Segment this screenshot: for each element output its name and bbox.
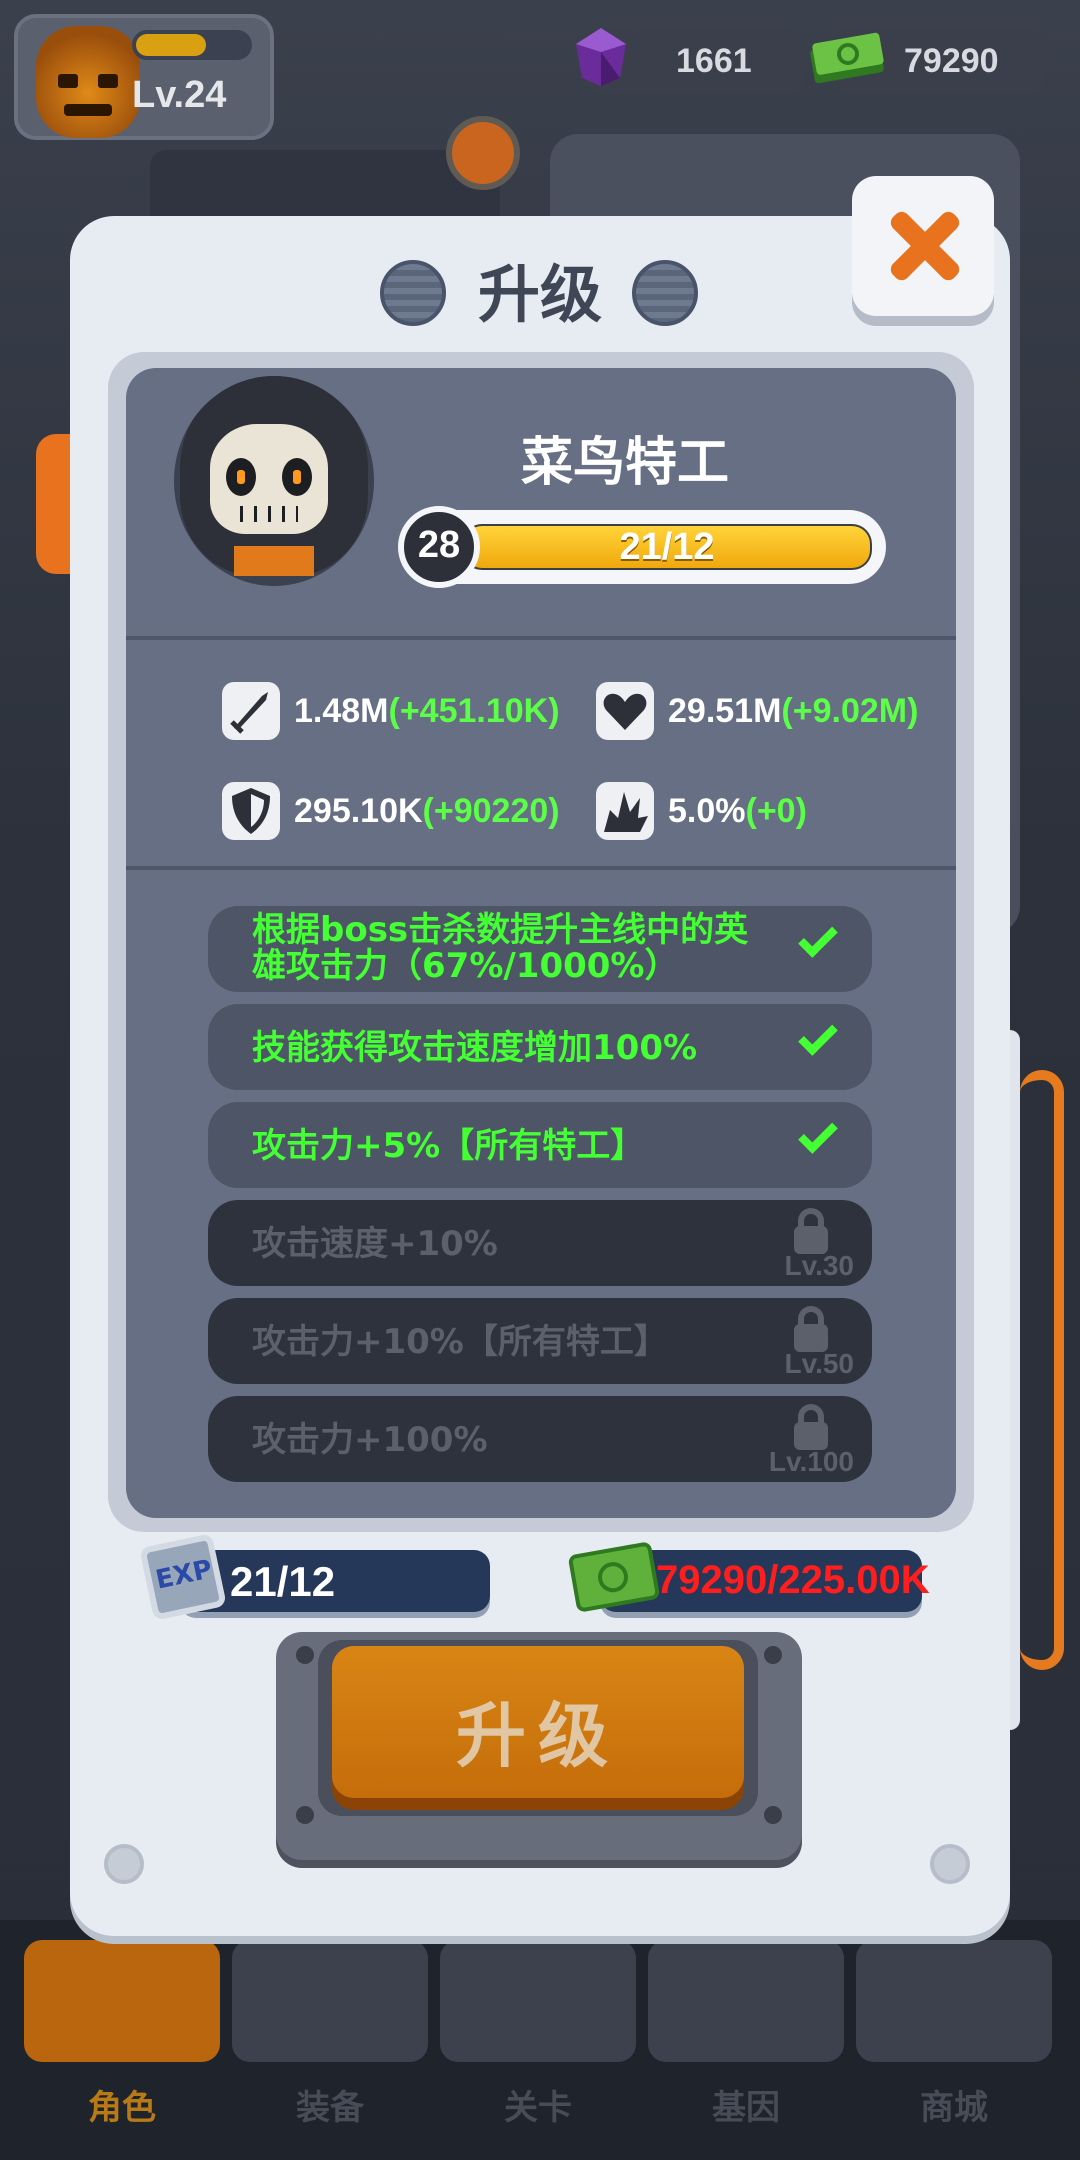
defense-stat: 295.10K(+90220)	[294, 792, 560, 831]
stat-bonus: (+0)	[745, 792, 807, 830]
nav-tab-genes[interactable]	[648, 1940, 844, 2062]
close-button[interactable]	[852, 176, 994, 316]
crit-icon	[596, 782, 654, 840]
decorative-screw	[104, 1844, 144, 1884]
upgrade-button-label: 升级	[456, 1695, 620, 1777]
nav-tab-hero[interactable]	[24, 1940, 220, 2062]
heart-icon	[596, 682, 654, 740]
hero-name: 菜鸟特工	[520, 433, 729, 493]
pumpkin-avatar-icon	[36, 26, 140, 138]
talent-text: 攻击力+5%【所有特工】	[252, 1126, 645, 1166]
unlock-level: Lv.100	[768, 1446, 854, 1477]
talent-text: 攻击速度+10%	[252, 1224, 498, 1264]
health-stat: 29.51M(+9.02M)	[668, 692, 918, 731]
alert-icon[interactable]	[446, 116, 520, 190]
divider	[126, 866, 956, 870]
unlock-level: Lv.50	[784, 1348, 854, 1379]
hero-level: 28	[417, 524, 461, 566]
pumpkin-eye	[98, 74, 118, 88]
stat-base: 29.51M	[668, 692, 782, 730]
pumpkin-eye	[58, 74, 78, 88]
pumpkin-mouth	[64, 104, 112, 116]
skull-teeth	[240, 506, 298, 522]
attack-icon	[222, 682, 280, 740]
stat-bonus: (+451.10K)	[388, 692, 560, 730]
skull-icon	[210, 424, 328, 534]
screw	[296, 1806, 314, 1824]
nav-tab-equipment[interactable]	[232, 1940, 428, 2062]
screw	[764, 1806, 782, 1824]
talent-text: 攻击力+100%	[252, 1420, 488, 1460]
skull-eye	[282, 458, 312, 496]
talent-text: 根据boss击杀数提升主线中的英 雄攻击力（67%/1000%）	[252, 912, 748, 984]
background-handle	[1020, 1070, 1064, 1670]
cash-count: 79290	[904, 42, 999, 80]
skull-pupil	[237, 470, 245, 484]
talent-line: 雄攻击力（67%/1000%）	[252, 946, 679, 986]
stat-base: 5.0%	[668, 792, 746, 830]
skull-eye	[226, 458, 256, 496]
decorative-screw	[930, 1844, 970, 1884]
cash-cost-value: 79290/225.00K	[656, 1558, 930, 1602]
exp-cost-value: 21/12	[230, 1558, 336, 1605]
nav-label: 商城	[920, 2088, 988, 2128]
gem-count: 1661	[676, 42, 752, 80]
nav-label: 角色	[88, 2088, 156, 2128]
crit-stat: 5.0%(+0)	[668, 792, 807, 831]
screw	[296, 1646, 314, 1664]
talent-text: 技能获得攻击速度增加100%	[252, 1028, 698, 1068]
shield-icon	[222, 782, 280, 840]
xp-text: 21/12	[619, 526, 715, 568]
skull-pupil	[293, 470, 301, 484]
divider	[126, 636, 956, 640]
nav-label: 关卡	[504, 2088, 572, 2128]
stat-base: 1.48M	[294, 692, 389, 730]
talent-text: 攻击力+10%【所有特工】	[252, 1322, 668, 1362]
attack-stat: 1.48M(+451.10K)	[294, 692, 560, 731]
money-dot	[595, 1559, 631, 1595]
player-level-bar-fill	[136, 34, 206, 56]
nav-tab-stages[interactable]	[440, 1940, 636, 2062]
unlock-level: Lv.30	[784, 1250, 854, 1281]
stat-base: 295.10K	[294, 792, 423, 830]
hero-portrait	[174, 376, 374, 586]
player-level: Lv.24	[132, 74, 227, 116]
stat-bonus: (+90220)	[422, 792, 560, 830]
collar	[234, 546, 314, 576]
nav-label: 装备	[296, 2088, 364, 2128]
nav-label: 基因	[712, 2088, 780, 2128]
cash-icon	[810, 32, 884, 84]
gem-icon	[576, 28, 626, 86]
talent-line: 根据boss击杀数提升主线中的英	[252, 910, 749, 950]
nav-tab-shop[interactable]	[856, 1940, 1052, 2062]
screw	[764, 1646, 782, 1664]
stat-bonus: (+9.02M)	[781, 692, 919, 730]
